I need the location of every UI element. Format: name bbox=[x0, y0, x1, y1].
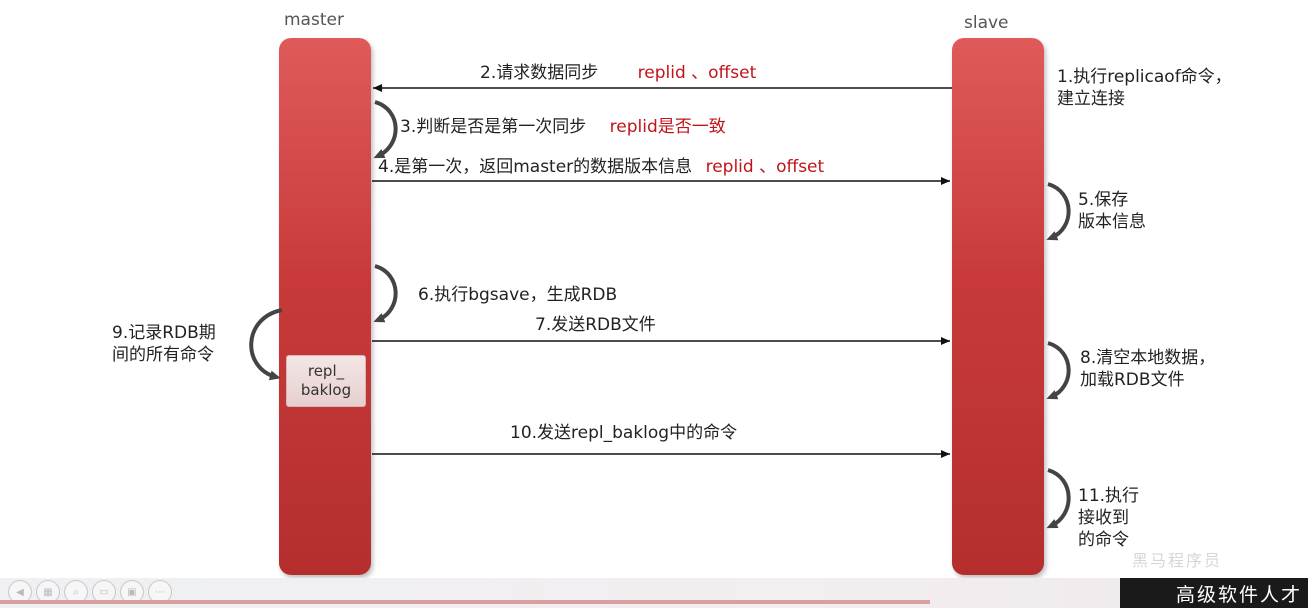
step2-label: 2.请求数据同步 replid 、offset bbox=[480, 62, 756, 84]
step11-line2: 接收到 bbox=[1078, 508, 1129, 528]
step9-line2: 间的所有命令 bbox=[112, 345, 214, 365]
step1-line2: 建立连接 bbox=[1057, 89, 1125, 109]
step9-label: 9.记录RDB期 间的所有命令 bbox=[112, 322, 216, 366]
step8-label: 8.清空本地数据， 加载RDB文件 bbox=[1080, 347, 1215, 391]
step2-highlight: replid 、offset bbox=[637, 63, 757, 83]
loop-step6 bbox=[373, 264, 398, 323]
step1-label: 1.执行replicaof命令， 建立连接 bbox=[1057, 66, 1232, 110]
step9-line1: 9.记录RDB期 bbox=[112, 323, 216, 343]
step4-text: 4.是第一次，返回master的数据版本信息 bbox=[378, 157, 693, 177]
step4-label: 4.是第一次，返回master的数据版本信息 replid 、offset bbox=[378, 156, 824, 178]
step5-label: 5.保存 版本信息 bbox=[1078, 189, 1146, 233]
watermark-faint-text: 黑马程序员 bbox=[1132, 551, 1223, 570]
step3-highlight: replid是否一致 bbox=[609, 117, 726, 137]
step5-line1: 5.保存 bbox=[1078, 190, 1129, 210]
step2-text: 2.请求数据同步 bbox=[480, 63, 599, 83]
loop-step11 bbox=[1046, 468, 1071, 529]
loop-step3 bbox=[373, 100, 398, 159]
step3-text: 3.判断是否是第一次同步 bbox=[400, 117, 587, 137]
step6-label: 6.执行bgsave，生成RDB bbox=[418, 285, 618, 305]
watermark-banner: 高级软件人才 bbox=[1120, 578, 1308, 608]
step11-label: 11.执行 接收到 的命令 bbox=[1078, 485, 1139, 551]
watermark-text: 高级软件人才 bbox=[1175, 583, 1302, 606]
loop-step5 bbox=[1046, 182, 1071, 241]
step8-line2: 加载RDB文件 bbox=[1080, 370, 1185, 390]
step7-label: 7.发送RDB文件 bbox=[535, 315, 656, 335]
step4-highlight: replid 、offset bbox=[705, 157, 825, 177]
loop-step8 bbox=[1046, 341, 1071, 400]
step11-line3: 的命令 bbox=[1078, 530, 1129, 550]
playback-progress[interactable] bbox=[0, 600, 930, 604]
step1-line1: 1.执行replicaof命令， bbox=[1057, 67, 1232, 87]
step11-line1: 11.执行 bbox=[1078, 486, 1140, 506]
step5-line2: 版本信息 bbox=[1078, 212, 1146, 232]
loop-step9 bbox=[249, 308, 283, 381]
step3-label: 3.判断是否是第一次同步 replid是否一致 bbox=[400, 116, 726, 138]
step10-label: 10.发送repl_baklog中的命令 bbox=[510, 423, 738, 443]
step8-line1: 8.清空本地数据， bbox=[1080, 348, 1216, 368]
